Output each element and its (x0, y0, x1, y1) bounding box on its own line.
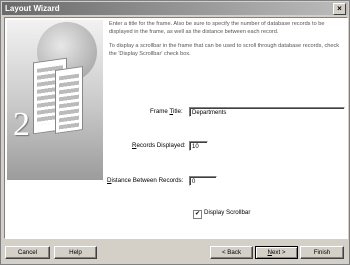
checkbox-check-icon: ✔ (194, 211, 201, 217)
finish-button[interactable]: Finish (300, 246, 344, 259)
distance-between-records-input[interactable]: 0 (189, 176, 217, 186)
frame-title-input[interactable]: Departments (189, 107, 345, 117)
wizard-illustration: 2 (7, 20, 103, 180)
record-card-graphic (55, 66, 83, 134)
records-displayed-input[interactable]: 10 (189, 141, 208, 151)
cancel-button[interactable]: Cancel (5, 246, 50, 259)
wizard-content: 2 Enter a title for the frame. Also be s… (4, 17, 348, 239)
window-title: Layout Wizard (5, 4, 60, 13)
records-displayed-label: Records Displayed: (132, 142, 186, 149)
close-icon: × (337, 4, 342, 13)
display-scrollbar-label[interactable]: Display Scrollbar (204, 208, 250, 218)
instruction-text-1: Enter a title for the frame. Also be sur… (109, 21, 325, 35)
instruction-text-2: To display a scrollbar in the frame that… (109, 43, 340, 57)
title-bar[interactable]: Layout Wizard × (2, 2, 348, 15)
help-button[interactable]: Help (54, 246, 97, 259)
back-button[interactable]: < Back (210, 246, 253, 259)
step-number: 2 (13, 106, 30, 143)
distance-between-records-label: Distance Between Records: (107, 177, 184, 184)
layout-wizard-window: Layout Wizard × 2 Enter a title for the … (0, 0, 350, 265)
display-scrollbar-checkbox[interactable]: ✔ (193, 210, 202, 219)
frame-title-label: Frame Title: (150, 108, 183, 115)
close-button[interactable]: × (333, 3, 346, 15)
next-button[interactable]: Next > (255, 246, 298, 259)
